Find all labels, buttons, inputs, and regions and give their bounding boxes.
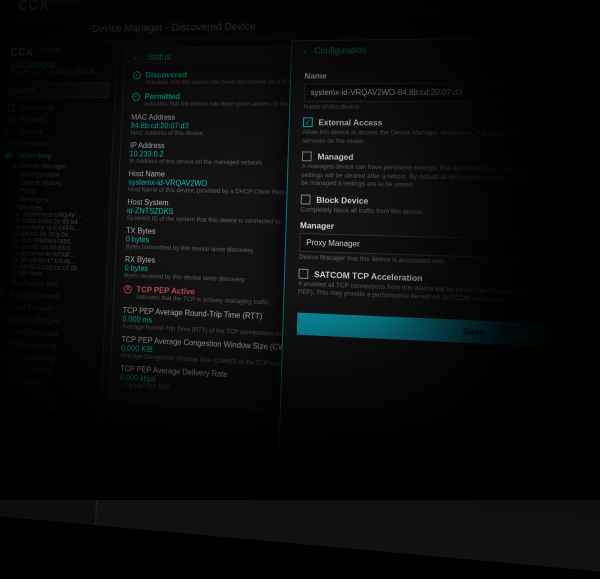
flag-icon[interactable] xyxy=(573,0,590,2)
configuration-modal: ⌄Configuration⌄ Name Name of this device… xyxy=(278,35,600,496)
external-access-desc: Allow this device to access the Device M… xyxy=(302,129,600,149)
check-icon: ✓ xyxy=(132,92,140,100)
managed-desc: A managed device can have persistent set… xyxy=(301,163,600,194)
name-desc: Name of this device. xyxy=(303,104,600,113)
server-icon xyxy=(7,115,15,123)
name-label: Name xyxy=(304,69,600,81)
name-input[interactable] xyxy=(304,82,600,102)
dot-icon xyxy=(0,327,3,336)
nav-dashboard[interactable]: Dashboard xyxy=(2,102,114,114)
page-title: Device Manager - Discovered Device xyxy=(92,20,256,34)
chevron-down-icon: ⌄ xyxy=(132,52,139,62)
dot-icon xyxy=(0,351,2,360)
brand-logo: CCXSYSTEMS xyxy=(13,0,79,14)
dot-icon xyxy=(0,278,6,287)
check-icon: ✓ xyxy=(133,71,141,79)
nav-security[interactable]: Security xyxy=(1,125,113,138)
dot-icon xyxy=(0,364,2,373)
session-user: SystemX User · 2024-11-14 09:10:20 xyxy=(4,69,116,79)
shield-icon xyxy=(6,127,14,135)
checkbox-icon xyxy=(301,194,311,204)
dot-icon xyxy=(0,290,5,299)
nav-systems[interactable]: Systems xyxy=(2,114,114,126)
dot-icon xyxy=(0,314,4,323)
save-button[interactable]: Save xyxy=(297,313,600,353)
dot-icon xyxy=(0,302,5,311)
sidebar-logo: CCX SYSTEMS xyxy=(5,41,117,62)
chevron-down-icon: ⌄ xyxy=(301,45,309,56)
checkbox-icon xyxy=(298,268,308,278)
x-icon: ✕ xyxy=(123,284,132,293)
checkbox-icon: ✓ xyxy=(303,118,313,128)
dot-icon xyxy=(0,376,1,385)
search-box xyxy=(8,82,110,98)
search-input[interactable] xyxy=(8,82,110,98)
globe-icon xyxy=(5,151,13,159)
checkbox-icon xyxy=(302,152,312,162)
modal-head[interactable]: ⌄Configuration⌄ xyxy=(292,36,600,59)
dot-icon xyxy=(0,339,3,348)
external-access-check[interactable]: ✓External Access xyxy=(303,118,600,130)
plug-icon xyxy=(5,139,13,147)
grid-icon xyxy=(7,104,15,112)
